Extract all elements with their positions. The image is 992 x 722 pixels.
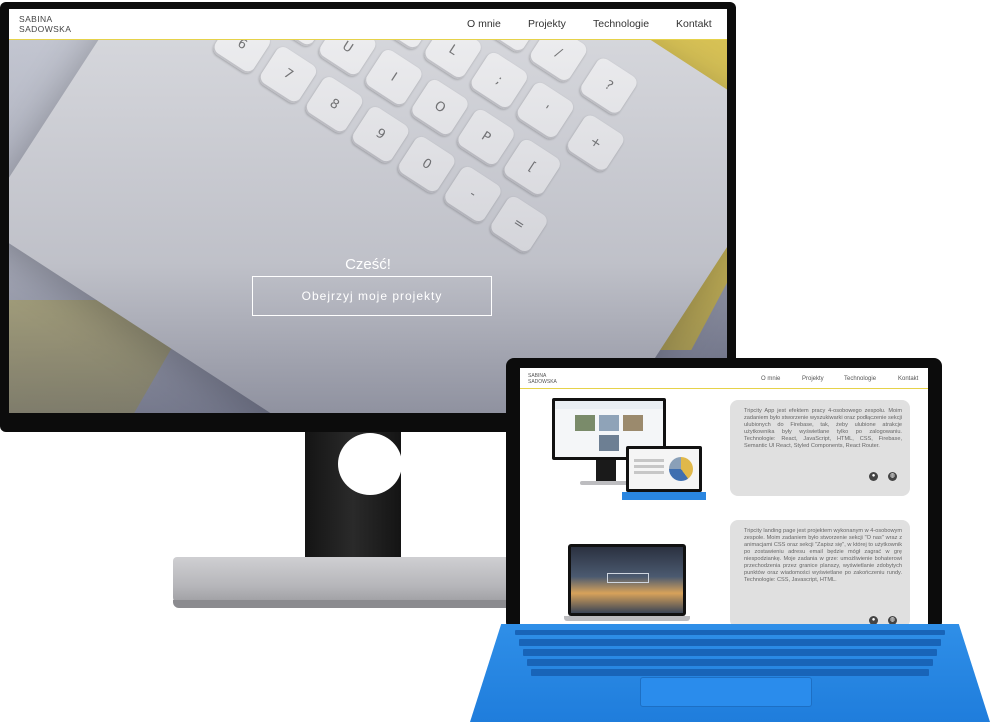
globe-icon[interactable]: ◍ (888, 472, 897, 481)
brand-line-1: SABINA (19, 14, 53, 24)
nav-link-o-mnie[interactable]: O mnie (467, 18, 501, 30)
tablet-trackpad[interactable] (640, 677, 812, 707)
github-icon[interactable]: ● (869, 616, 878, 625)
project-2-mini-laptop-base (564, 616, 690, 621)
monitor-stand-base-edge (173, 600, 533, 608)
tablet-nav-projekty[interactable]: Projekty (802, 376, 824, 382)
tablet-brand-line-2: SADOWSKA (528, 379, 557, 385)
project-1-mini-tablet (626, 446, 702, 492)
project-1-mini-photo (623, 415, 643, 431)
github-icon[interactable]: ● (869, 472, 878, 481)
monitor-stand-base (173, 557, 533, 605)
project-1-mini-line (634, 459, 664, 462)
keyboard-row (527, 659, 933, 666)
tablet-keyboard-keys (515, 628, 945, 678)
keyboard-row (519, 639, 941, 646)
globe-icon[interactable]: ◍ (888, 616, 897, 625)
nav-link-kontakt[interactable]: Kontakt (676, 18, 712, 30)
tablet-screen: SABINA SADOWSKA O mnie Projekty Technolo… (520, 368, 928, 626)
project-1-mini-line (634, 465, 664, 468)
project-2-thumbnail[interactable] (564, 544, 704, 624)
project-2-mini-button (607, 573, 649, 583)
keyboard-row (523, 649, 937, 656)
tablet-navbar: SABINA SADOWSKA O mnie Projekty Technolo… (520, 368, 928, 389)
project-1-mini-photo (575, 415, 595, 431)
site-navbar: SABINA SADOWSKA O mnie Projekty Technolo… (9, 9, 727, 40)
project-2-mini-laptop (568, 544, 686, 616)
keyboard-row (531, 669, 929, 676)
keyboard-row (515, 630, 945, 635)
project-1-mini-keyboard (622, 492, 706, 500)
project-1-description: Tripcity App jest efektem pracy 4-osobow… (744, 408, 902, 449)
monitor-screen: V B N M , . / G H J K L ; ' T Y U I O P … (9, 9, 727, 413)
brand-logo[interactable]: SABINA SADOWSKA (19, 14, 71, 34)
tablet-brand-logo[interactable]: SABINA SADOWSKA (528, 373, 557, 385)
project-2-mini-screen (571, 547, 683, 613)
hero-cta-button[interactable]: Obejrzyj moje projekty (252, 276, 492, 316)
tablet-nav-technologie[interactable]: Technologie (844, 376, 876, 382)
tablet-nav-o-mnie[interactable]: O mnie (761, 376, 780, 382)
project-1-mini-photo (599, 435, 619, 451)
project-1-mini-base (580, 481, 632, 485)
project-1-thumbnail[interactable] (550, 398, 706, 502)
project-1-mini-photo (599, 415, 619, 431)
project-2-card: Tripcity landing page jest projektem wyk… (730, 520, 910, 626)
project-1-mini-tablet-screen (629, 449, 699, 489)
tablet-nav-kontakt[interactable]: Kontakt (898, 376, 918, 382)
project-1-mini-line (634, 471, 664, 474)
project-1-mini-pie-chart (669, 457, 693, 481)
project-2-description: Tripcity landing page jest projektem wyk… (744, 528, 902, 583)
nav-link-projekty[interactable]: Projekty (528, 18, 566, 30)
project-1-card: Tripcity App jest efektem pracy 4-osobow… (730, 400, 910, 496)
brand-line-2: SADOWSKA (19, 24, 72, 34)
hero-greeting: Cześć! (345, 256, 391, 273)
monitor-stand-cutout (338, 433, 402, 495)
nav-link-technologie[interactable]: Technologie (593, 18, 649, 30)
project-1-mini-stand (596, 460, 616, 482)
